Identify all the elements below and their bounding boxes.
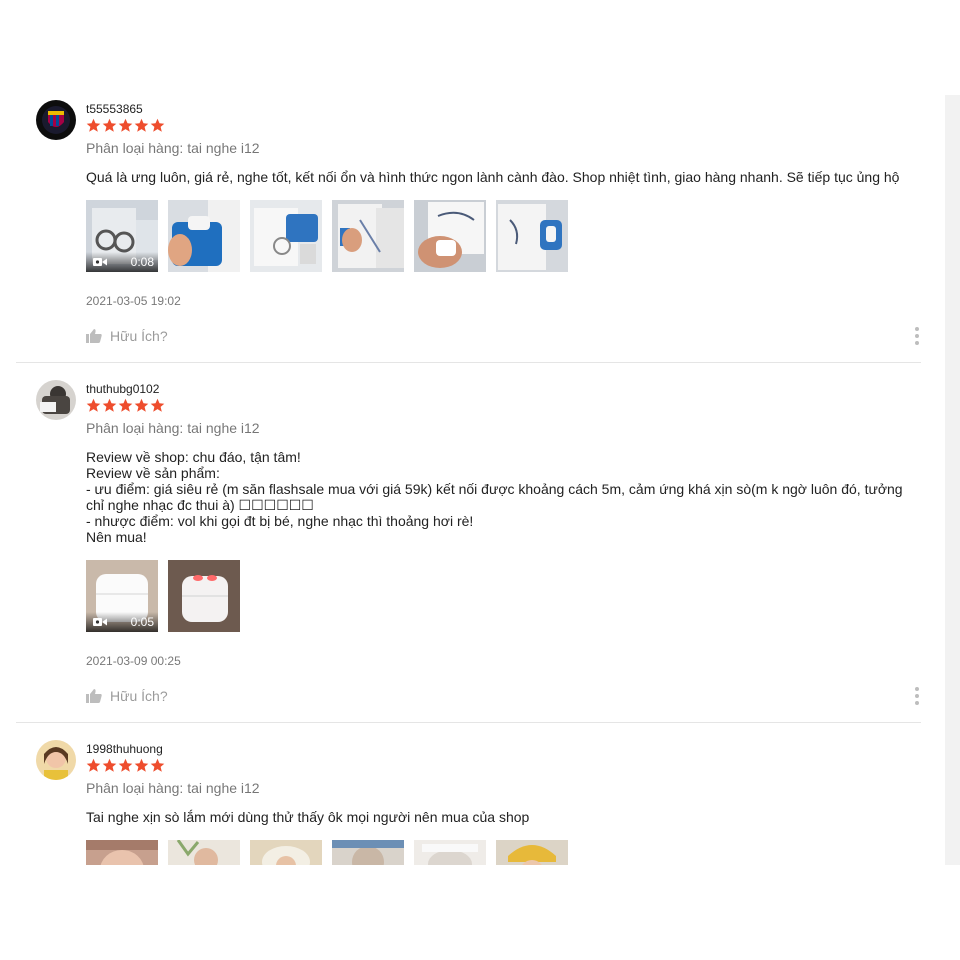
comment-line: Tai nghe xịn sò lắm mới dùng thử thấy ôk… [86, 809, 530, 825]
review-image-thumbnail[interactable] [168, 840, 240, 865]
star-icon [150, 758, 165, 772]
video-camera-icon [93, 618, 107, 626]
comment-line: - nhược điểm: vol khi gọi đt bị bé, nghe… [86, 513, 474, 529]
helpful-label: Hữu Ích? [110, 328, 168, 344]
star-icon [150, 398, 165, 412]
comment-line: Quá là ưng luôn, giá rẻ, nghe tốt, kết n… [86, 169, 900, 185]
review-media: 0:08 [86, 200, 568, 272]
review-media: 0:05 [86, 560, 240, 632]
review-image-thumbnail[interactable] [496, 840, 568, 865]
helpful-button[interactable]: Hữu Ích? [86, 328, 168, 344]
review-image-thumbnail[interactable] [168, 560, 240, 632]
review-image-thumbnail[interactable] [414, 200, 486, 272]
review-comment: Tai nghe xịn sò lắm mới dùng thử thấy ôk… [86, 809, 916, 825]
star-rating [86, 398, 165, 413]
review-timestamp: 2021-03-09 00:25 [86, 654, 181, 668]
review-item: t55553865 Phân loại hàng: tai nghe i12 Q… [16, 100, 921, 363]
review-username[interactable]: t55553865 [86, 102, 143, 116]
star-rating [86, 758, 165, 773]
star-icon [86, 758, 101, 772]
star-icon [134, 758, 149, 772]
thumbs-up-icon [86, 689, 102, 703]
video-duration: 0:05 [130, 615, 154, 629]
review-image-thumbnail[interactable] [332, 200, 404, 272]
scrollbar-track[interactable] [945, 95, 960, 865]
review-image-thumbnail[interactable] [86, 840, 158, 865]
star-rating [86, 118, 165, 133]
review-image-thumbnail[interactable] [250, 200, 322, 272]
star-icon [102, 398, 117, 412]
star-icon [118, 758, 133, 772]
review-image-thumbnail[interactable] [496, 200, 568, 272]
star-icon [134, 398, 149, 412]
star-icon [118, 398, 133, 412]
star-icon [150, 118, 165, 132]
review-comment: Quá là ưng luôn, giá rẻ, nghe tốt, kết n… [86, 169, 916, 185]
more-options-icon[interactable] [913, 687, 921, 705]
review-image-thumbnail[interactable] [250, 840, 322, 865]
avatar[interactable] [36, 740, 76, 780]
star-icon [86, 118, 101, 132]
product-variation: Phân loại hàng: tai nghe i12 [86, 140, 260, 156]
more-options-icon[interactable] [913, 327, 921, 345]
helpful-label: Hữu Ích? [110, 688, 168, 704]
review-image-thumbnail[interactable] [332, 840, 404, 865]
star-icon [102, 118, 117, 132]
review-username[interactable]: thuthubg0102 [86, 382, 159, 396]
comment-line: Review về sản phẩm: [86, 465, 220, 481]
comment-line: Nên mua! [86, 529, 147, 545]
review-image-thumbnail[interactable] [168, 200, 240, 272]
helpful-button[interactable]: Hữu Ích? [86, 688, 168, 704]
star-icon [134, 118, 149, 132]
star-icon [102, 758, 117, 772]
video-duration: 0:08 [130, 255, 154, 269]
review-timestamp: 2021-03-05 19:02 [86, 294, 181, 308]
review-video-thumbnail[interactable]: 0:08 [86, 200, 158, 272]
review-item: 1998thuhuong Phân loại hàng: tai nghe i1… [16, 740, 921, 865]
comment-line: Review về shop: chu đáo, tận tâm! [86, 449, 301, 465]
review-item: thuthubg0102 Phân loại hàng: tai nghe i1… [16, 380, 921, 723]
thumbs-up-icon [86, 329, 102, 343]
review-video-thumbnail[interactable]: 0:05 [86, 560, 158, 632]
avatar[interactable] [36, 380, 76, 420]
avatar[interactable] [36, 100, 76, 140]
product-variation: Phân loại hàng: tai nghe i12 [86, 420, 260, 436]
comment-line: - ưu điểm: giá siêu rẻ (m săn flashsale … [86, 481, 907, 513]
review-username[interactable]: 1998thuhuong [86, 742, 163, 756]
video-camera-icon [93, 258, 107, 266]
product-variation: Phân loại hàng: tai nghe i12 [86, 780, 260, 796]
review-comment: Review về shop: chu đáo, tận tâm! Review… [86, 449, 916, 545]
star-icon [86, 398, 101, 412]
star-icon [118, 118, 133, 132]
review-image-thumbnail[interactable] [414, 840, 486, 865]
review-media [86, 840, 568, 865]
